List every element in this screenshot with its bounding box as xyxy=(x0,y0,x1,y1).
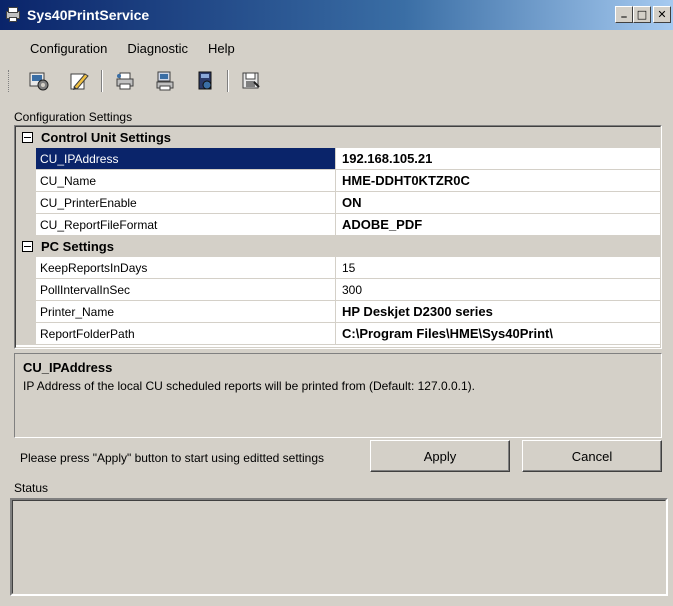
apply-hint: Please press "Apply" button to start usi… xyxy=(20,451,325,465)
close-icon: ✕ xyxy=(657,8,667,21)
description-title: CU_IPAddress xyxy=(23,360,113,375)
minimize-button[interactable]: _ xyxy=(615,5,633,23)
maximize-button[interactable]: □ xyxy=(633,6,651,23)
property-name[interactable]: CU_ReportFileFormat xyxy=(36,214,336,235)
property-value[interactable]: HME-DDHT0KTZR0C xyxy=(336,170,660,191)
property-row[interactable]: CU_ReportFileFormat ADOBE_PDF xyxy=(16,214,660,236)
maximize-icon: □ xyxy=(636,8,648,21)
status-label: Status xyxy=(14,481,49,495)
menu-help[interactable]: Help xyxy=(198,41,245,56)
property-name[interactable]: CU_PrinterEnable xyxy=(36,192,336,213)
title-bar: Sys40PrintService _ □ ✕ xyxy=(0,0,673,30)
property-row[interactable]: Printer_Name HP Deskjet D2300 series xyxy=(16,301,660,323)
status-box[interactable] xyxy=(10,498,668,596)
print-icon xyxy=(116,72,134,90)
property-name[interactable]: CU_Name xyxy=(36,170,336,191)
property-value[interactable]: 300 xyxy=(336,279,660,300)
apply-button[interactable]: Apply xyxy=(370,440,510,472)
settings-icon xyxy=(29,72,49,91)
minimize-icon: _ xyxy=(621,5,627,18)
property-name[interactable]: KeepReportsInDays xyxy=(36,257,336,278)
property-row[interactable]: KeepReportsInDays 15 xyxy=(16,257,660,279)
property-row[interactable]: CU_IPAddress 192.168.105.21 xyxy=(16,148,660,170)
network-print-icon xyxy=(156,71,174,91)
print-button[interactable] xyxy=(113,69,137,93)
category-label: Control Unit Settings xyxy=(41,130,171,145)
property-row[interactable]: CU_Name HME-DDHT0KTZR0C xyxy=(16,170,660,192)
collapse-icon[interactable] xyxy=(22,132,33,143)
edit-icon xyxy=(70,73,89,90)
property-value[interactable]: HP Deskjet D2300 series xyxy=(336,301,660,322)
report-button[interactable] xyxy=(193,69,217,93)
property-value[interactable]: 15 xyxy=(336,257,660,278)
category-pc-settings[interactable]: PC Settings xyxy=(16,236,660,257)
property-name[interactable]: PollIntervalInSec xyxy=(36,279,336,300)
property-row[interactable]: ReportFolderPath C:\Program Files\HME\Sy… xyxy=(16,323,660,345)
network-print-button[interactable] xyxy=(153,69,177,93)
property-value[interactable]: C:\Program Files\HME\Sys40Print\ xyxy=(336,323,660,344)
property-value[interactable]: 192.168.105.21 xyxy=(336,148,660,169)
menu-diagnostic[interactable]: Diagnostic xyxy=(117,41,198,56)
cancel-button[interactable]: Cancel xyxy=(522,440,662,472)
save-button[interactable] xyxy=(239,69,263,93)
property-value[interactable]: ON xyxy=(336,192,660,213)
description-text: IP Address of the local CU scheduled rep… xyxy=(23,379,476,393)
configuration-settings-label: Configuration Settings xyxy=(14,110,133,124)
toolbar-separator xyxy=(101,70,103,92)
property-row[interactable]: CU_PrinterEnable ON xyxy=(16,192,660,214)
window-title: Sys40PrintService xyxy=(27,7,150,23)
property-name[interactable]: Printer_Name xyxy=(36,301,336,322)
settings-button[interactable] xyxy=(27,69,51,93)
collapse-icon[interactable] xyxy=(22,241,33,252)
edit-button[interactable] xyxy=(67,69,91,93)
property-name[interactable]: CU_IPAddress xyxy=(36,148,336,169)
category-control-unit[interactable]: Control Unit Settings xyxy=(16,127,660,148)
menu-bar: Configuration Diagnostic Help xyxy=(0,36,245,60)
property-name[interactable]: ReportFolderPath xyxy=(36,323,336,344)
close-button[interactable]: ✕ xyxy=(653,6,671,23)
property-row[interactable]: PollIntervalInSec 300 xyxy=(16,279,660,301)
property-description-panel: CU_IPAddress IP Address of the local CU … xyxy=(14,353,662,438)
toolbar xyxy=(0,64,673,98)
property-grid[interactable]: Control Unit Settings CU_IPAddress 192.1… xyxy=(14,125,662,349)
report-icon xyxy=(198,71,212,90)
property-value[interactable]: ADOBE_PDF xyxy=(336,214,660,235)
toolbar-separator xyxy=(227,70,229,92)
category-label: PC Settings xyxy=(41,239,114,254)
toolbar-grip[interactable] xyxy=(8,70,11,92)
printer-app-icon xyxy=(5,7,21,23)
status-text xyxy=(12,500,666,594)
menu-configuration[interactable]: Configuration xyxy=(20,41,117,56)
save-icon xyxy=(242,72,260,89)
